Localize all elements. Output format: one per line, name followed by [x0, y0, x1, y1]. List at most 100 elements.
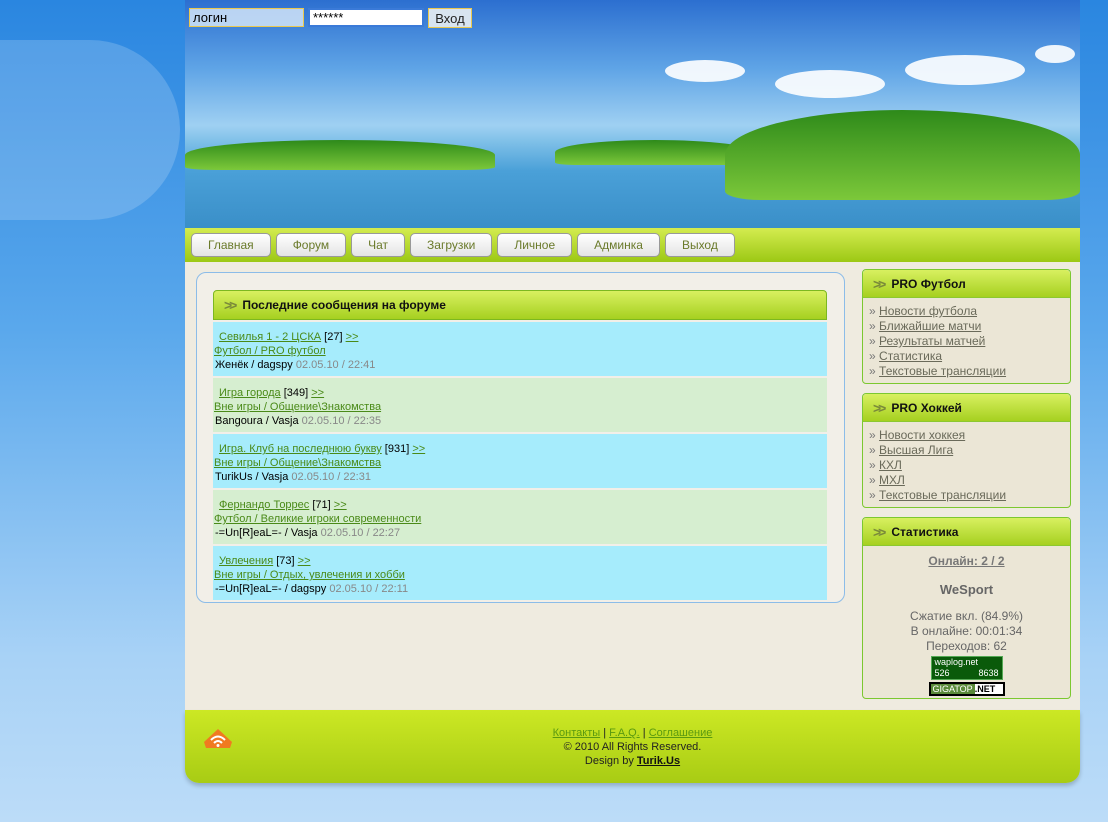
nav-admin[interactable]: Админка — [577, 233, 660, 257]
login-button[interactable]: Вход — [428, 8, 472, 28]
last-page-link[interactable]: >> — [311, 387, 324, 399]
header-banner: Вход — [185, 0, 1080, 228]
post-authors: TurikUs / Vasja — [215, 471, 289, 483]
category-link[interactable]: Вне игры / Отдых, увлечения и хобби — [214, 569, 405, 581]
sidebar-link[interactable]: Текстовые трансляции — [879, 364, 1006, 378]
forum-post: Севилья 1 - 2 ЦСКА [27] >> Футбол / PRO … — [213, 322, 827, 376]
post-count: [27] — [324, 331, 343, 343]
copyright: © 2010 All Rights Reserved. — [563, 741, 702, 753]
design-by-label: Design by — [584, 755, 634, 767]
topic-link[interactable]: Увлечения — [219, 555, 273, 567]
online-time: В онлайне: 00:01:34 — [910, 624, 1023, 638]
football-links: » Новости футбола» Ближайшие матчи» Резу… — [863, 298, 1070, 383]
sidebar-item: » Новости футбола — [869, 304, 1064, 319]
page-container: Вход Главная Форум Чат Загрузки Личное А… — [185, 0, 1080, 783]
post-authors: Женёк / dagspy — [215, 359, 293, 371]
login-form: Вход — [189, 8, 472, 28]
widget-title: PRO Футбол — [891, 276, 966, 291]
post-list: Севилья 1 - 2 ЦСКА [27] >> Футбол / PRO … — [213, 322, 827, 600]
bullet: » — [869, 443, 876, 457]
nav-logout[interactable]: Выход — [664, 233, 735, 257]
sidebar-link[interactable]: Статистика — [879, 349, 942, 363]
password-input[interactable] — [308, 8, 424, 27]
sidebar-item: » Текстовые трансляции — [869, 488, 1064, 503]
sidebar-link[interactable]: Высшая Лига — [879, 443, 953, 457]
topic-link[interactable]: Игра города — [219, 387, 281, 399]
post-count: [931] — [384, 443, 410, 455]
sidebar-item: » Текстовые трансляции — [869, 364, 1064, 379]
sidebar-link[interactable]: МХЛ — [879, 473, 905, 487]
faq-link[interactable]: F.A.Q. — [609, 727, 640, 739]
footer: Контакты | F.A.Q. | Соглашение © 2010 Al… — [185, 710, 1080, 783]
site-name: WeSport — [939, 582, 994, 597]
post-date: 02.05.10 / 22:41 — [295, 359, 376, 371]
nav-chat[interactable]: Чат — [351, 233, 406, 257]
nav-home[interactable]: Главная — [191, 233, 271, 257]
username-input[interactable] — [189, 8, 304, 27]
content-area: >> Последние сообщения на форуме Севилья … — [185, 262, 1080, 710]
bullet: » — [869, 473, 876, 487]
bullet: » — [869, 334, 876, 348]
footer-links: Контакты | F.A.Q. | Соглашение — [552, 727, 713, 739]
sidebar-item: » Новости хоккея — [869, 428, 1064, 443]
background-swirl — [0, 40, 180, 220]
nav-personal[interactable]: Личное — [497, 233, 573, 257]
sidebar-link[interactable]: Результаты матчей — [879, 334, 985, 348]
last-page-link[interactable]: >> — [412, 443, 425, 455]
post-authors: -=Un[R]eaL=- / dagspy — [215, 583, 327, 595]
sidebar-item: » Ближайшие матчи — [869, 319, 1064, 334]
widget-title: PRO Хоккей — [891, 400, 962, 415]
sidebar-link[interactable]: КХЛ — [879, 458, 902, 472]
sidebar-link[interactable]: Ближайшие матчи — [879, 319, 981, 333]
hockey-widget: >> PRO Хоккей » Новости хоккея» Высшая Ли… — [862, 393, 1071, 508]
category-link[interactable]: Футбол / PRO футбол — [214, 345, 326, 357]
nav-forum[interactable]: Форум — [275, 233, 347, 257]
main-nav: Главная Форум Чат Загрузки Личное Админк… — [185, 228, 1080, 262]
contacts-link[interactable]: Контакты — [553, 727, 601, 739]
nav-downloads[interactable]: Загрузки — [410, 233, 493, 257]
category-link[interactable]: Вне игры / Общение\Знакомства — [214, 401, 381, 413]
online-link[interactable]: Онлайн: 2 / 2 — [928, 554, 1004, 568]
sidebar-link[interactable]: Текстовые трансляции — [879, 488, 1006, 502]
sidebar-link[interactable]: Новости хоккея — [879, 428, 965, 442]
post-date: 02.05.10 / 22:31 — [291, 471, 371, 483]
last-page-link[interactable]: >> — [334, 499, 347, 511]
bullet: » — [869, 428, 876, 442]
chevron-icon: >> — [873, 399, 886, 416]
post-authors: -=Un[R]eaL=- / Vasja — [215, 527, 318, 539]
bullet: » — [869, 364, 876, 378]
post-date: 02.05.10 / 22:35 — [301, 415, 382, 427]
topic-link[interactable]: Игра. Клуб на последнюю букву — [219, 443, 382, 455]
visits-count: Переходов: 62 — [926, 639, 1007, 653]
waplog-counter[interactable]: waplog.net 526 8638 — [930, 656, 1003, 680]
rss-icon[interactable] — [203, 728, 233, 750]
category-link[interactable]: Вне игры / Общение\Знакомства — [214, 457, 381, 469]
forum-post: Игра города [349] >> Вне игры / Общение\… — [213, 378, 827, 432]
category-link[interactable]: Футбол / Великие игроки современности — [214, 513, 421, 525]
last-page-link[interactable]: >> — [298, 555, 311, 567]
compression-status: Сжатие вкл. (84.9%) — [909, 609, 1024, 623]
last-page-link[interactable]: >> — [346, 331, 359, 343]
bullet: » — [869, 349, 876, 363]
designer-link[interactable]: Turik.Us — [637, 755, 680, 767]
forum-post: Фернандо Торрес [71] >> Футбол / Великие… — [213, 490, 827, 544]
forum-post: Увлечения [73] >> Вне игры / Отдых, увле… — [213, 546, 827, 600]
bullet: » — [869, 319, 876, 333]
topic-link[interactable]: Севилья 1 - 2 ЦСКА — [219, 331, 321, 343]
post-date: 02.05.10 / 22:27 — [320, 527, 401, 539]
post-date: 02.05.10 / 22:11 — [329, 583, 409, 595]
bullet: » — [869, 458, 876, 472]
sidebar-item: » КХЛ — [869, 458, 1064, 473]
forum-box: >> Последние сообщения на форуме Севилья … — [196, 272, 845, 603]
gigatop-counter[interactable]: GIGATOP .NET — [928, 682, 1005, 696]
agreement-link[interactable]: Соглашение — [649, 727, 713, 739]
sidebar-item: » Статистика — [869, 349, 1064, 364]
stats-widget: >> Статистика Онлайн: 2 / 2 WeSport Сжати… — [862, 517, 1071, 699]
topic-link[interactable]: Фернандо Торрес — [219, 499, 309, 511]
forum-title: Последние сообщения на форуме — [242, 298, 446, 312]
post-count: [73] — [276, 555, 295, 567]
chevron-icon: >> — [873, 523, 886, 540]
widget-title: Статистика — [891, 524, 959, 539]
sidebar-link[interactable]: Новости футбола — [879, 304, 977, 318]
post-count: [71] — [312, 499, 331, 511]
